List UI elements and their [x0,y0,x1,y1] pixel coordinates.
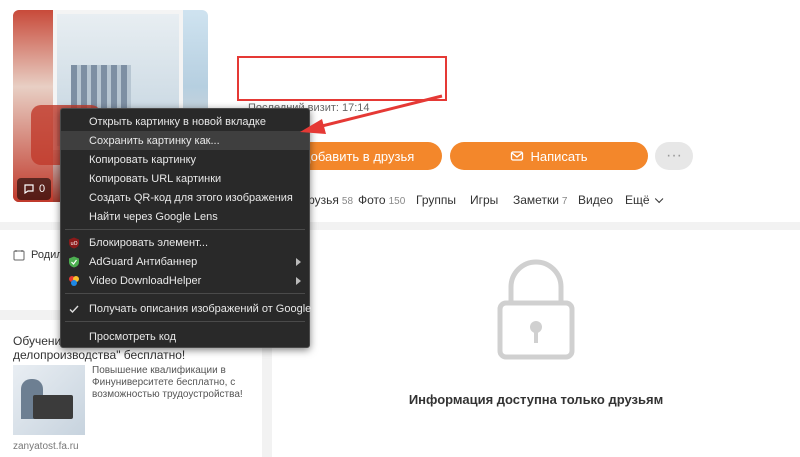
more-actions-label: ··· [666,147,682,164]
more-actions-button[interactable]: ··· [655,142,693,170]
chevron-down-icon [654,194,663,204]
adguard-shield-icon [68,256,80,268]
menu-label: Открыть картинку в новой вкладке [89,115,266,128]
add-friend-label: Добавить в друзья [301,148,415,164]
menu-label: Просмотреть код [89,330,177,343]
ad-image[interactable] [13,365,85,435]
ad-laptop [33,395,73,419]
nav-games[interactable]: Игры [470,193,498,207]
comment-icon [24,184,34,195]
lock-icon [497,259,575,360]
menu-label: Создать QR-код для этого изображения [89,191,293,204]
nav-photos-label: Фото [358,193,386,207]
menu-separator [65,293,305,294]
nav-groups[interactable]: Группы [416,193,456,207]
nav-videos[interactable]: Видео [578,193,613,207]
nav-more[interactable]: Ещё [625,193,663,207]
nav-games-label: Игры [470,193,499,207]
ad-title-line-2: делопроизводства" бесплатно! [13,348,186,362]
menu-label: Копировать картинку [89,153,197,166]
nav-more-label: Ещё [625,193,650,207]
nav-notes[interactable]: Заметки 7 [513,193,567,207]
hidden-name-box [237,56,447,101]
comment-badge[interactable]: 0 [17,178,52,200]
menu-copy-image[interactable]: Копировать картинку [61,150,309,169]
write-message-label: Написать [530,148,588,164]
menu-label: Блокировать элемент... [89,236,209,249]
write-message-button[interactable]: Написать [450,142,648,170]
menu-get-image-descriptions[interactable]: Получать описания изображений от Google [61,299,312,318]
image-context-menu: Открыть картинку в новой вкладке Сохрани… [60,108,312,348]
menu-separator [65,229,305,230]
submenu-arrow-icon [296,257,301,266]
menu-save-image-as[interactable]: Сохранить картинку как... [61,131,309,150]
nav-photos-count: 150 [388,196,406,207]
menu-open-image-new-tab[interactable]: Открыть картинку в новой вкладке [61,112,309,131]
birth-row: Родил [13,249,63,261]
envelope-icon [511,151,524,161]
menu-label: Получать описания изображений от Google [89,302,312,315]
menu-separator [65,321,305,322]
calendar-icon [13,250,25,261]
menu-label: Сохранить картинку как... [89,134,220,147]
menu-block-element[interactable]: uO Блокировать элемент... [61,233,309,252]
menu-google-lens[interactable]: Найти через Google Lens [61,207,309,226]
birth-label: Родил [31,249,63,261]
ad-domain[interactable]: zanyatost.fa.ru [13,441,79,452]
nav-friends-count: 58 [341,196,354,207]
menu-label: Найти через Google Lens [89,210,218,223]
menu-create-qr[interactable]: Создать QR-код для этого изображения [61,188,309,207]
menu-label: Video DownloadHelper [89,274,202,287]
menu-inspect[interactable]: Просмотреть код [61,327,309,346]
menu-label: Копировать URL картинки [89,172,222,185]
checkmark-icon [68,303,80,315]
ad-text[interactable]: Повышение квалификации в Финуниверситете… [92,365,257,401]
submenu-arrow-icon [296,276,301,285]
menu-adguard[interactable]: AdGuard Антибаннер [61,252,309,271]
locked-message: Информация доступна только друзьям [408,392,664,407]
ublock-icon: uO [68,237,80,249]
nav-videos-label: Видео [578,193,614,207]
nav-groups-label: Группы [416,193,456,207]
menu-video-downloadhelper[interactable]: Video DownloadHelper [61,271,309,290]
nav-notes-count: 7 [561,196,568,207]
menu-copy-image-url[interactable]: Копировать URL картинки [61,169,309,188]
downloadhelper-icon [68,275,80,287]
nav-notes-label: Заметки [513,193,559,207]
menu-label: AdGuard Антибаннер [89,255,198,268]
nav-photos[interactable]: Фото 150 [358,193,405,207]
comment-count: 0 [39,183,46,195]
svg-text:uO: uO [70,241,77,247]
